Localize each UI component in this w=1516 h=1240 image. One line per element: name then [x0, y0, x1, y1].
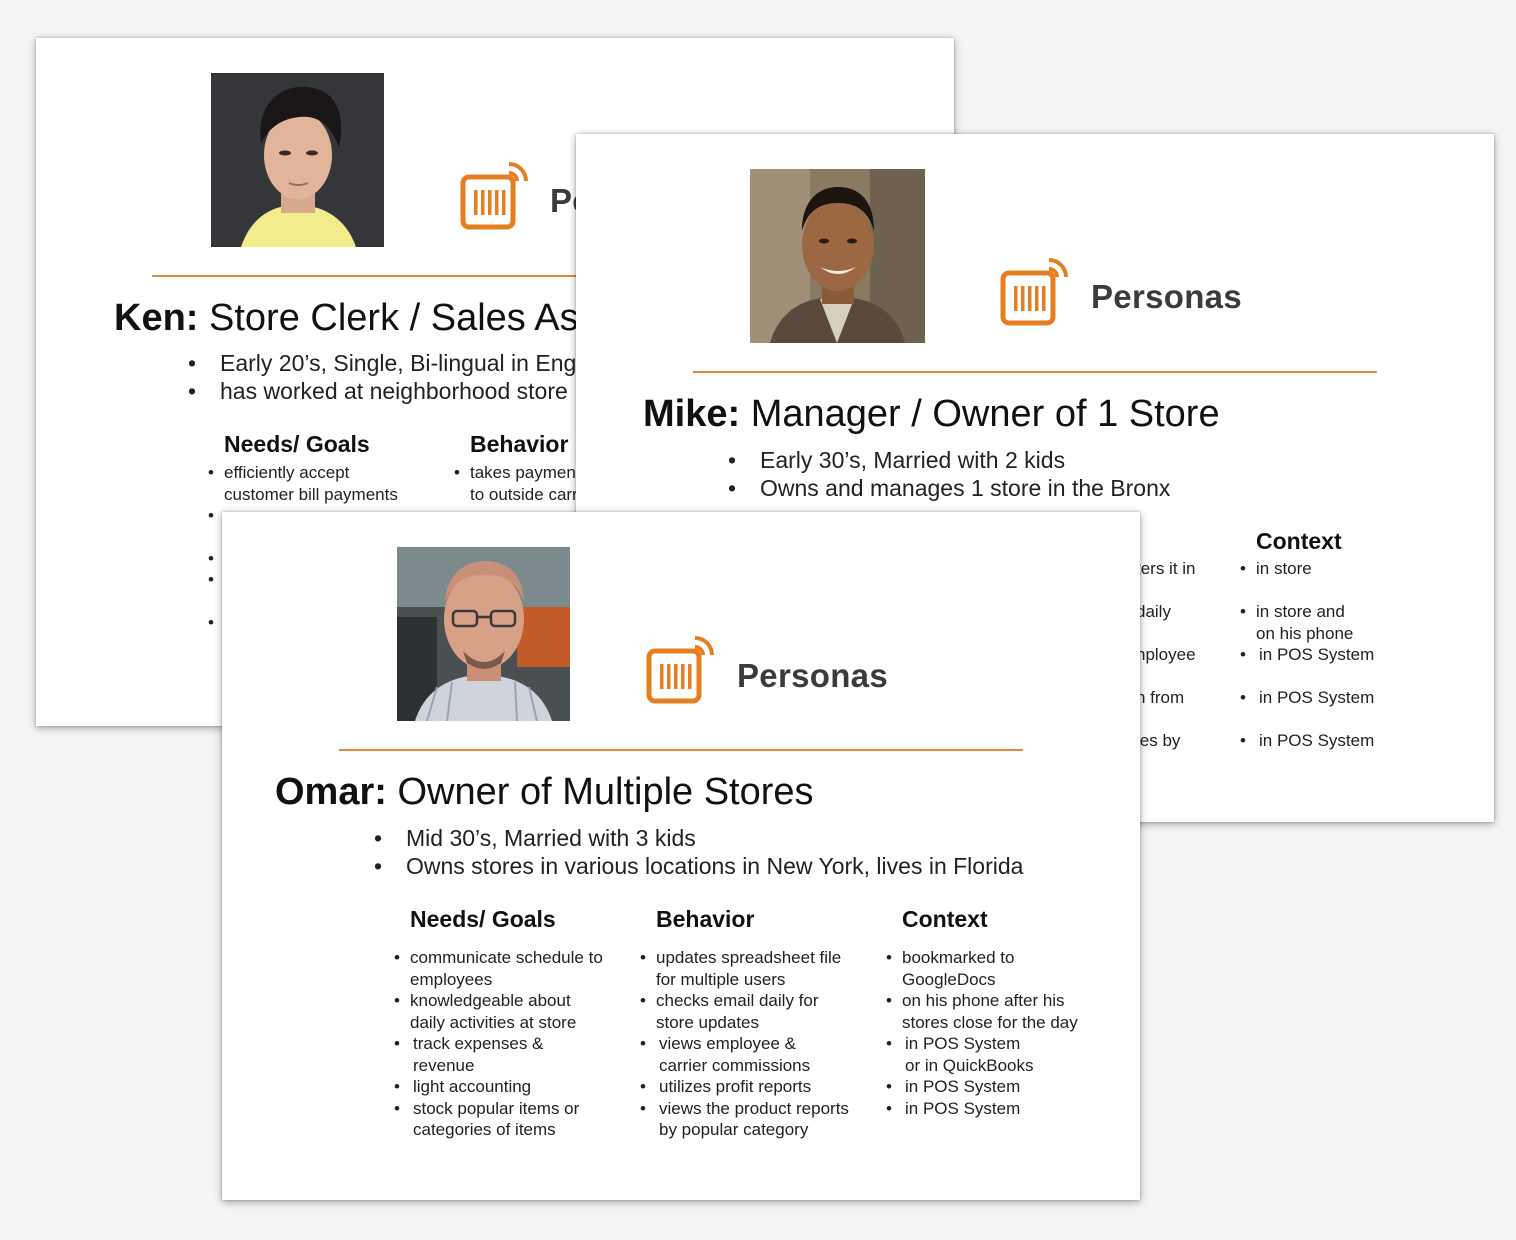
divider	[339, 749, 1023, 751]
behavior-list: updates spreadsheet file for multiple us…	[640, 947, 849, 1141]
slide-omar: Personas Omar: Owner of Multiple Stores …	[222, 512, 1140, 1200]
list-item: utilizes profit reports	[640, 1076, 849, 1098]
context-list: in store in store and on his phone in PO…	[1240, 558, 1374, 752]
behavior-heading: Behavior	[656, 906, 755, 932]
persona-role: Owner of Multiple Stores	[397, 771, 814, 813]
barcode-wifi-icon	[646, 633, 716, 705]
list-item: in POS System	[1240, 687, 1374, 730]
list-item: in POS System	[886, 1098, 1078, 1120]
list-item: in POS System	[1240, 644, 1374, 687]
persona-bullets: Early 20’s, Single, Bi-lingual in Englis…	[188, 349, 611, 405]
barcode-wifi-icon	[1000, 255, 1070, 327]
persona-name: Mike:	[643, 393, 741, 435]
brand-title: Personas	[1091, 278, 1242, 315]
list-item: track expenses & revenue	[394, 1033, 603, 1076]
behavior-fragment: nployee	[1136, 645, 1196, 664]
behavior-fragment: n from	[1136, 688, 1185, 707]
list-item: in store and on his phone	[1240, 601, 1374, 644]
divider	[693, 371, 1377, 373]
avatar-omar-photo	[397, 547, 570, 721]
list-item: in store	[1240, 558, 1374, 601]
behavior-fragment: les by	[1136, 731, 1181, 750]
avatar-ken-photo	[211, 73, 384, 247]
list-item: bookmarked to GoogleDocs	[886, 947, 1078, 990]
list-item: on his phone after his stores close for …	[886, 990, 1078, 1033]
list-item: light accounting	[394, 1076, 603, 1098]
persona-name: Omar:	[275, 771, 387, 813]
list-item: knowledgeable about daily activities at …	[394, 990, 603, 1033]
behavior-fragment: ters it in	[1136, 559, 1196, 578]
list-item: in POS System or in QuickBooks	[886, 1033, 1078, 1076]
needs-goals-heading: Needs/ Goals	[410, 906, 556, 932]
persona-title: Mike: Manager / Owner of 1 Store	[643, 393, 1220, 436]
persona-bullets: Early 30’s, Married with 2 kids Owns and…	[728, 446, 1170, 502]
persona-role: Manager / Owner of 1 Store	[750, 393, 1220, 435]
list-item: checks email daily for store updates	[640, 990, 849, 1033]
bullet-item: has worked at neighborhood store	[188, 377, 611, 405]
bullet-item: Owns and manages 1 store in the Bronx	[728, 474, 1170, 502]
list-item: communicate schedule to employees	[394, 947, 603, 990]
behavior-heading: Behavior	[470, 431, 569, 457]
bullet-item: Mid 30’s, Married with 3 kids	[374, 824, 1023, 852]
context-list: bookmarked to GoogleDocs on his phone af…	[886, 947, 1078, 1119]
behavior-fragment: daily	[1136, 602, 1171, 621]
brand-title: Personas	[737, 657, 888, 694]
list-item: views the product reports by popular cat…	[640, 1098, 849, 1141]
bullet-item: Early 20’s, Single, Bi-lingual in Englis…	[188, 349, 611, 377]
needs-goals-list: communicate schedule to employees knowle…	[394, 947, 603, 1141]
bullet-item: Owns stores in various locations in New …	[374, 852, 1023, 880]
avatar-mike-photo	[750, 169, 925, 343]
needs-goals-heading: Needs/ Goals	[224, 431, 370, 457]
context-heading: Context	[1256, 528, 1342, 554]
list-item: in POS System	[886, 1076, 1078, 1098]
list-item: stock popular items or categories of ite…	[394, 1098, 603, 1141]
list-item: views employee & carrier commissions	[640, 1033, 849, 1076]
list-item: in POS System	[1240, 730, 1374, 752]
bullet-item: Early 30’s, Married with 2 kids	[728, 446, 1170, 474]
barcode-wifi-icon	[460, 159, 530, 231]
persona-name: Ken:	[114, 297, 199, 339]
persona-title: Omar: Owner of Multiple Stores	[275, 771, 814, 814]
list-item: efficiently accept customer bill payment…	[208, 462, 398, 505]
list-item: updates spreadsheet file for multiple us…	[640, 947, 849, 990]
persona-bullets: Mid 30’s, Married with 3 kids Owns store…	[374, 824, 1023, 880]
context-heading: Context	[902, 906, 988, 932]
